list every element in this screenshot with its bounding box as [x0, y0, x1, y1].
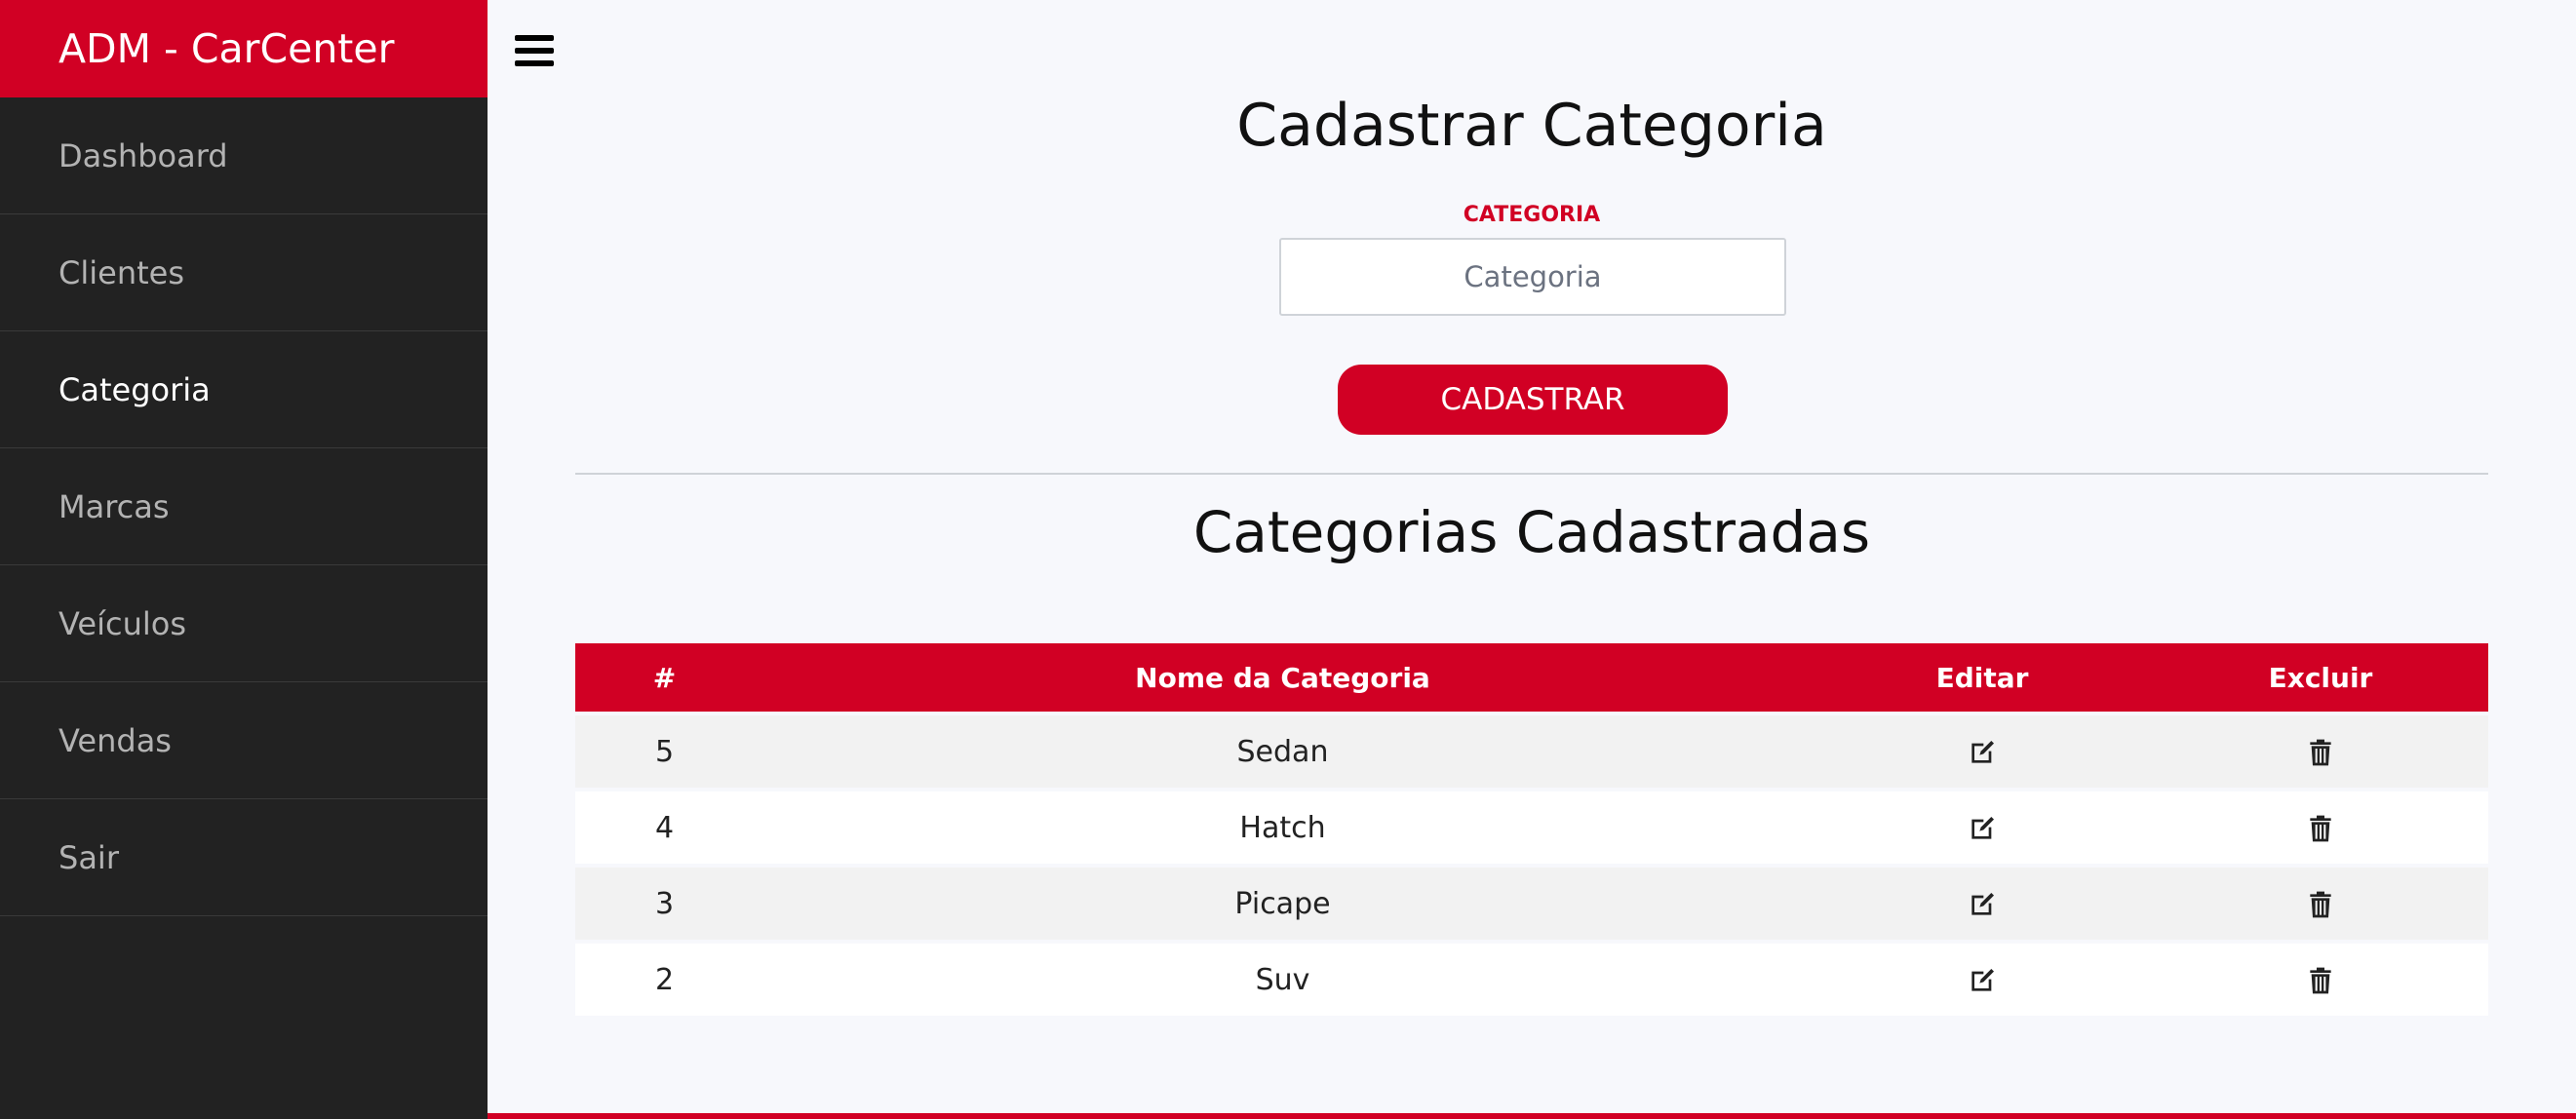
- edit-icon[interactable]: [1967, 737, 1998, 768]
- table-row: 2 Suv: [575, 944, 2488, 1020]
- column-header-id: #: [575, 643, 754, 715]
- row-name: Hatch: [754, 791, 1812, 868]
- edit-icon[interactable]: [1967, 813, 1998, 844]
- row-id: 3: [575, 868, 754, 944]
- trash-icon[interactable]: [2305, 813, 2336, 844]
- row-name: Picape: [754, 868, 1812, 944]
- sidebar-item-veiculos[interactable]: Veículos: [0, 565, 488, 682]
- bottom-accent-bar: [488, 1113, 2576, 1119]
- sidebar-item-dashboard[interactable]: Dashboard: [0, 97, 488, 214]
- row-id: 4: [575, 791, 754, 868]
- category-input[interactable]: [1279, 238, 1786, 316]
- table-header-row: # Nome da Categoria Editar Excluir: [575, 643, 2488, 715]
- edit-icon[interactable]: [1967, 889, 1998, 920]
- brand-title[interactable]: ADM - CarCenter: [0, 0, 488, 97]
- sidebar-item-vendas[interactable]: Vendas: [0, 682, 488, 799]
- sidebar-item-categoria[interactable]: Categoria: [0, 331, 488, 448]
- edit-icon[interactable]: [1967, 965, 1998, 996]
- sidebar-item-marcas[interactable]: Marcas: [0, 448, 488, 565]
- row-name: Suv: [754, 944, 1812, 1020]
- trash-icon[interactable]: [2305, 737, 2336, 768]
- sidebar-item-sair[interactable]: Sair: [0, 799, 488, 916]
- categories-table: # Nome da Categoria Editar Excluir 5 Sed…: [575, 643, 2488, 1020]
- divider: [575, 473, 2488, 475]
- trash-icon[interactable]: [2305, 889, 2336, 920]
- row-id: 2: [575, 944, 754, 1020]
- table-row: 5 Sedan: [575, 715, 2488, 791]
- column-header-delete: Excluir: [2153, 643, 2488, 715]
- list-title: Categorias Cadastradas: [1192, 499, 1871, 565]
- category-field-label: CATEGORIA: [1463, 203, 1601, 227]
- row-id: 5: [575, 715, 754, 791]
- main-content: Cadastrar Categoria CATEGORIA CADASTRAR …: [488, 0, 2576, 1119]
- row-name: Sedan: [754, 715, 1812, 791]
- cadastrar-button[interactable]: CADASTRAR: [1338, 365, 1728, 435]
- column-header-edit: Editar: [1812, 643, 2153, 715]
- sidebar-item-clientes[interactable]: Clientes: [0, 214, 488, 331]
- table-row: 3 Picape: [575, 868, 2488, 944]
- table-row: 4 Hatch: [575, 791, 2488, 868]
- column-header-name: Nome da Categoria: [754, 643, 1812, 715]
- form-title: Cadastrar Categoria: [1236, 92, 1827, 160]
- sidebar: ADM - CarCenter Dashboard Clientes Categ…: [0, 0, 488, 1119]
- trash-icon[interactable]: [2305, 965, 2336, 996]
